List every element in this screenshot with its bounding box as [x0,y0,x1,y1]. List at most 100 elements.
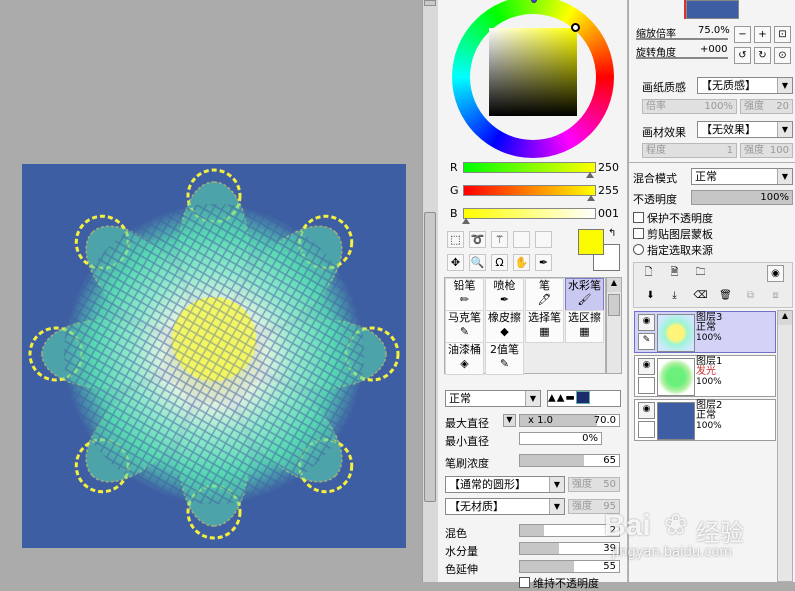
zoom-in-icon[interactable]: + [754,26,771,43]
tool-pencil[interactable]: 铅笔 ✏ [445,278,484,311]
zoom-slider-track[interactable] [636,38,728,40]
watermark-brand-right: 经验 [696,519,744,547]
tool-label: 选区擦 [568,311,601,324]
new-linework-layer-icon[interactable]: 🗎 [666,265,683,282]
paper-strength-field[interactable]: 强度 20 [740,99,793,114]
zoom-out-icon[interactable]: − [734,26,751,43]
new-layer-icon[interactable]: 🗋 [640,265,657,282]
magic-wand-icon[interactable]: ⚚ [491,231,508,248]
lock-icon[interactable] [638,421,655,438]
b-slider[interactable] [463,208,596,219]
effect-degree-field[interactable]: 程度 1 [642,143,737,158]
b-value[interactable]: 001 [598,207,619,220]
tool-grid-scroll-up[interactable]: ▲ [607,278,621,292]
move-icon[interactable]: ✥ [447,254,464,271]
transfer-down-icon[interactable]: ⬇ [642,288,659,305]
navigator-preview[interactable] [686,0,739,19]
max-diameter-slider[interactable]: x 1.0 70.0 [519,414,620,427]
zoom-reset-icon[interactable]: ⊡ [774,26,791,43]
effect-strength-field[interactable]: 强度 100 [740,143,793,158]
paper-effect-select[interactable]: 【无效果】 ▼ [697,121,793,138]
tool-airbrush[interactable]: 喷枪 ✒ [485,278,524,311]
tool-label: 铅笔 [453,279,476,292]
tool-watercolor[interactable]: 水彩笔 🖌 [565,278,604,311]
rotate-cw-icon[interactable]: ↻ [754,47,771,64]
r-slider[interactable] [463,162,596,173]
lock-icon[interactable] [638,377,655,394]
brush-blend-mode-select[interactable]: 正常 ▼ [445,390,541,407]
rotate-reset-icon[interactable]: ⊙ [774,47,791,64]
g-value[interactable]: 255 [598,184,619,197]
eye-icon[interactable]: ◉ [638,358,655,375]
mix-fill [520,525,544,536]
brush-lock-icon[interactable]: ✎ [638,333,655,350]
tool-eraser[interactable]: 橡皮擦 ◆ [485,310,524,343]
rotate-ccw-icon[interactable]: ↺ [734,47,751,64]
hand-icon[interactable]: ✋ [513,254,530,271]
delete-layer-icon[interactable]: 🗑 [717,288,734,305]
tip-flat-icon[interactable]: ▬ [565,393,575,404]
g-slider[interactable] [463,185,596,196]
protect-opacity-checkbox[interactable] [633,212,644,223]
layer-opacity-slider[interactable]: 100% [691,190,793,205]
rotate-slider-track[interactable] [636,57,728,59]
b-label: B [450,207,458,220]
scrollbar-thumb[interactable] [424,212,436,502]
layer-row[interactable]: ◉ 图层1 发光 100% [634,355,776,397]
clear-layer-icon[interactable]: ⌫ [692,288,709,305]
min-diameter-slider[interactable]: 0% [519,432,602,445]
eyedropper-icon[interactable]: ✒ [535,254,552,271]
brush-shape-select[interactable]: 【通常的圆形】 ▼ [445,476,565,493]
apply-mask-icon[interactable]: ⧉ [742,288,759,305]
brush-tip-selector[interactable]: ▲▲▬ [547,390,621,407]
density-slider[interactable]: 65 [519,454,620,467]
zoom-value[interactable]: 75.0% [698,25,730,36]
delete-mask-icon[interactable]: ⧈ [767,288,784,305]
diameter-mult-dropdown[interactable]: ▼ [503,414,516,427]
rotate-value[interactable]: +000 [700,44,727,55]
density-label: 笔刷浓度 [445,457,489,470]
layer-blend-mode-select[interactable]: 正常 ▼ [691,168,793,185]
tip-sharp-icon[interactable]: ▲ [548,393,557,404]
texture-select[interactable]: 【无材质】 ▼ [445,498,565,515]
selection-pen-icon: ▦ [539,325,550,338]
layer-mask-icon[interactable]: ◉ [767,265,784,282]
layer-list-scroll-up[interactable]: ▲ [778,311,792,325]
layer-mode: 发光 [696,366,716,377]
opacity-label: 不透明度 [633,193,677,206]
tool-pen[interactable]: 笔 🖊 [525,278,564,311]
tool-grid-scroll-thumb[interactable] [608,294,620,316]
eye-icon[interactable]: ◉ [638,314,655,331]
tool-marker[interactable]: 马克笔 ✎ [445,310,484,343]
lasso-icon[interactable]: ➰ [469,231,486,248]
swap-colors-icon[interactable]: ↰ [608,228,616,239]
merge-down-icon[interactable]: ⤓ [666,288,683,305]
rotate-view-icon[interactable]: Ω [491,254,508,271]
clip-group-checkbox[interactable] [633,228,644,239]
eye-icon[interactable]: ◉ [638,402,655,419]
layer-row[interactable]: ◉ ✎ 图层3 正常 100% [634,311,776,353]
shape-strength-field[interactable]: 强度 50 [568,477,620,492]
scrollbar-top-cap[interactable] [424,0,436,6]
layer-list-scrollbar[interactable] [777,310,793,582]
selection-source-radio[interactable] [633,244,644,255]
tool-bucket[interactable]: 油漆桶 ◈ [445,342,484,375]
rect-select-icon[interactable]: ⬚ [447,231,464,248]
tip-square-icon[interactable] [575,391,590,404]
new-folder-icon[interactable]: 🗀 [692,265,709,282]
r-value[interactable]: 250 [598,161,619,174]
empty-slot-1 [513,231,530,248]
drawing-canvas[interactable] [22,164,406,548]
zoom-icon[interactable]: 🔍 [469,254,486,271]
effect-degree-value: 1 [726,145,733,156]
paper-quality-select[interactable]: 【无质感】 ▼ [697,77,793,94]
tool-selection-eraser[interactable]: 选区擦 ▦ [565,310,604,343]
paper-scale-field[interactable]: 倍率 100% [642,99,737,114]
layer-row[interactable]: ◉ 图层2 正常 100% [634,399,776,441]
tool-selection-pen[interactable]: 选择笔 ▦ [525,310,564,343]
saturation-value-square[interactable] [489,28,577,116]
keep-opacity-checkbox[interactable] [519,577,530,588]
tool-binary-pen[interactable]: 2值笔 ✎ [485,342,524,375]
primary-color-swatch[interactable] [578,229,604,255]
chevron-down-icon: ▼ [777,78,792,93]
